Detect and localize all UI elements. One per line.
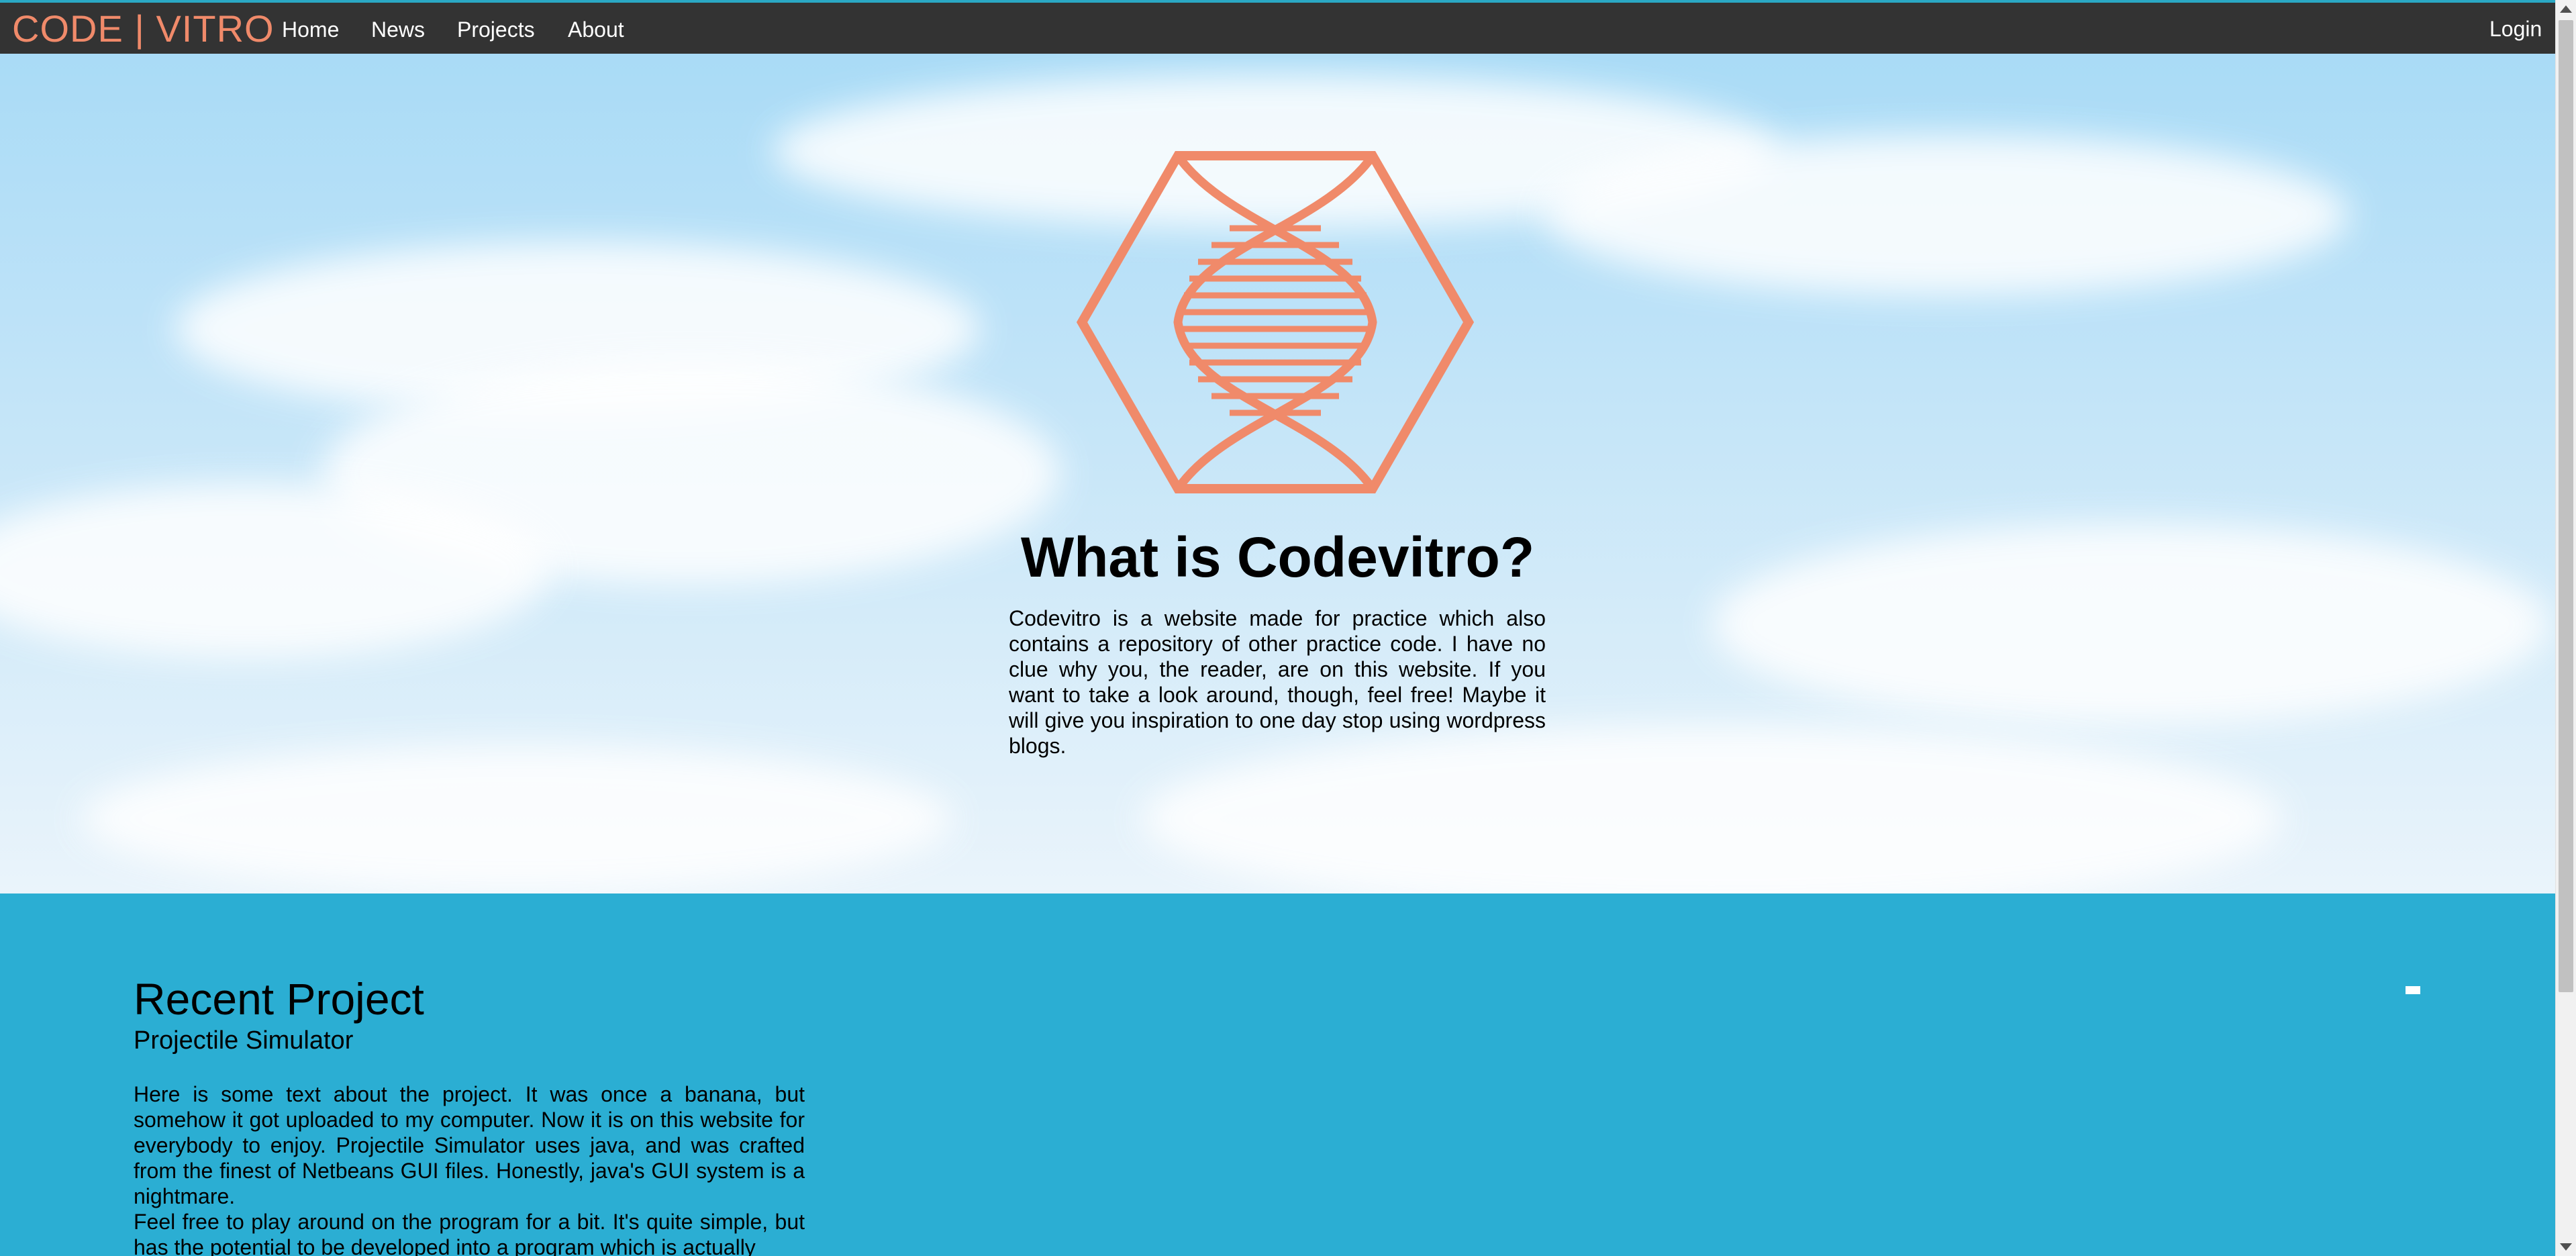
project-paragraph: Here is some text about the project. It … — [134, 1082, 805, 1208]
cloud-decoration — [1712, 524, 2550, 725]
nav-link-projects[interactable]: Projects — [457, 16, 535, 43]
dna-hexagon-logo-icon — [1076, 151, 1475, 493]
login-link[interactable]: Login — [2489, 15, 2542, 42]
project-paragraph: Feel free to play around on the program … — [134, 1210, 805, 1256]
project-media-placeholder — [2406, 986, 2420, 994]
scrollbar-thumb[interactable] — [2559, 20, 2573, 992]
cloud-decoration — [1544, 134, 2349, 295]
project-description: Here is some text about the project. It … — [134, 1081, 805, 1256]
page: CODE | VITRO Home News Projects About Lo… — [0, 0, 2576, 1256]
project-name: Projectile Simulator — [134, 1026, 354, 1055]
hero-section: What is Codevitro? Codevitro is a websit… — [0, 54, 2555, 893]
nav-link-home[interactable]: Home — [282, 16, 339, 43]
vertical-scrollbar[interactable] — [2555, 0, 2576, 1256]
scroll-up-arrow-icon[interactable] — [2560, 5, 2572, 13]
recent-project-section: Recent Project Projectile Simulator Here… — [0, 893, 2555, 1256]
nav-link-about[interactable]: About — [568, 16, 624, 43]
nav-link-news[interactable]: News — [371, 16, 425, 43]
scroll-down-arrow-icon[interactable] — [2560, 1243, 2572, 1251]
hero-title: What is Codevitro? — [1020, 526, 1535, 589]
brand-logo[interactable]: CODE | VITRO — [12, 5, 275, 52]
hero-description: Codevitro is a website made for practice… — [1009, 606, 1546, 758]
top-navbar: CODE | VITRO Home News Projects About Lo… — [0, 0, 2555, 54]
recent-project-heading: Recent Project — [134, 974, 424, 1024]
cloud-decoration — [81, 745, 953, 893]
